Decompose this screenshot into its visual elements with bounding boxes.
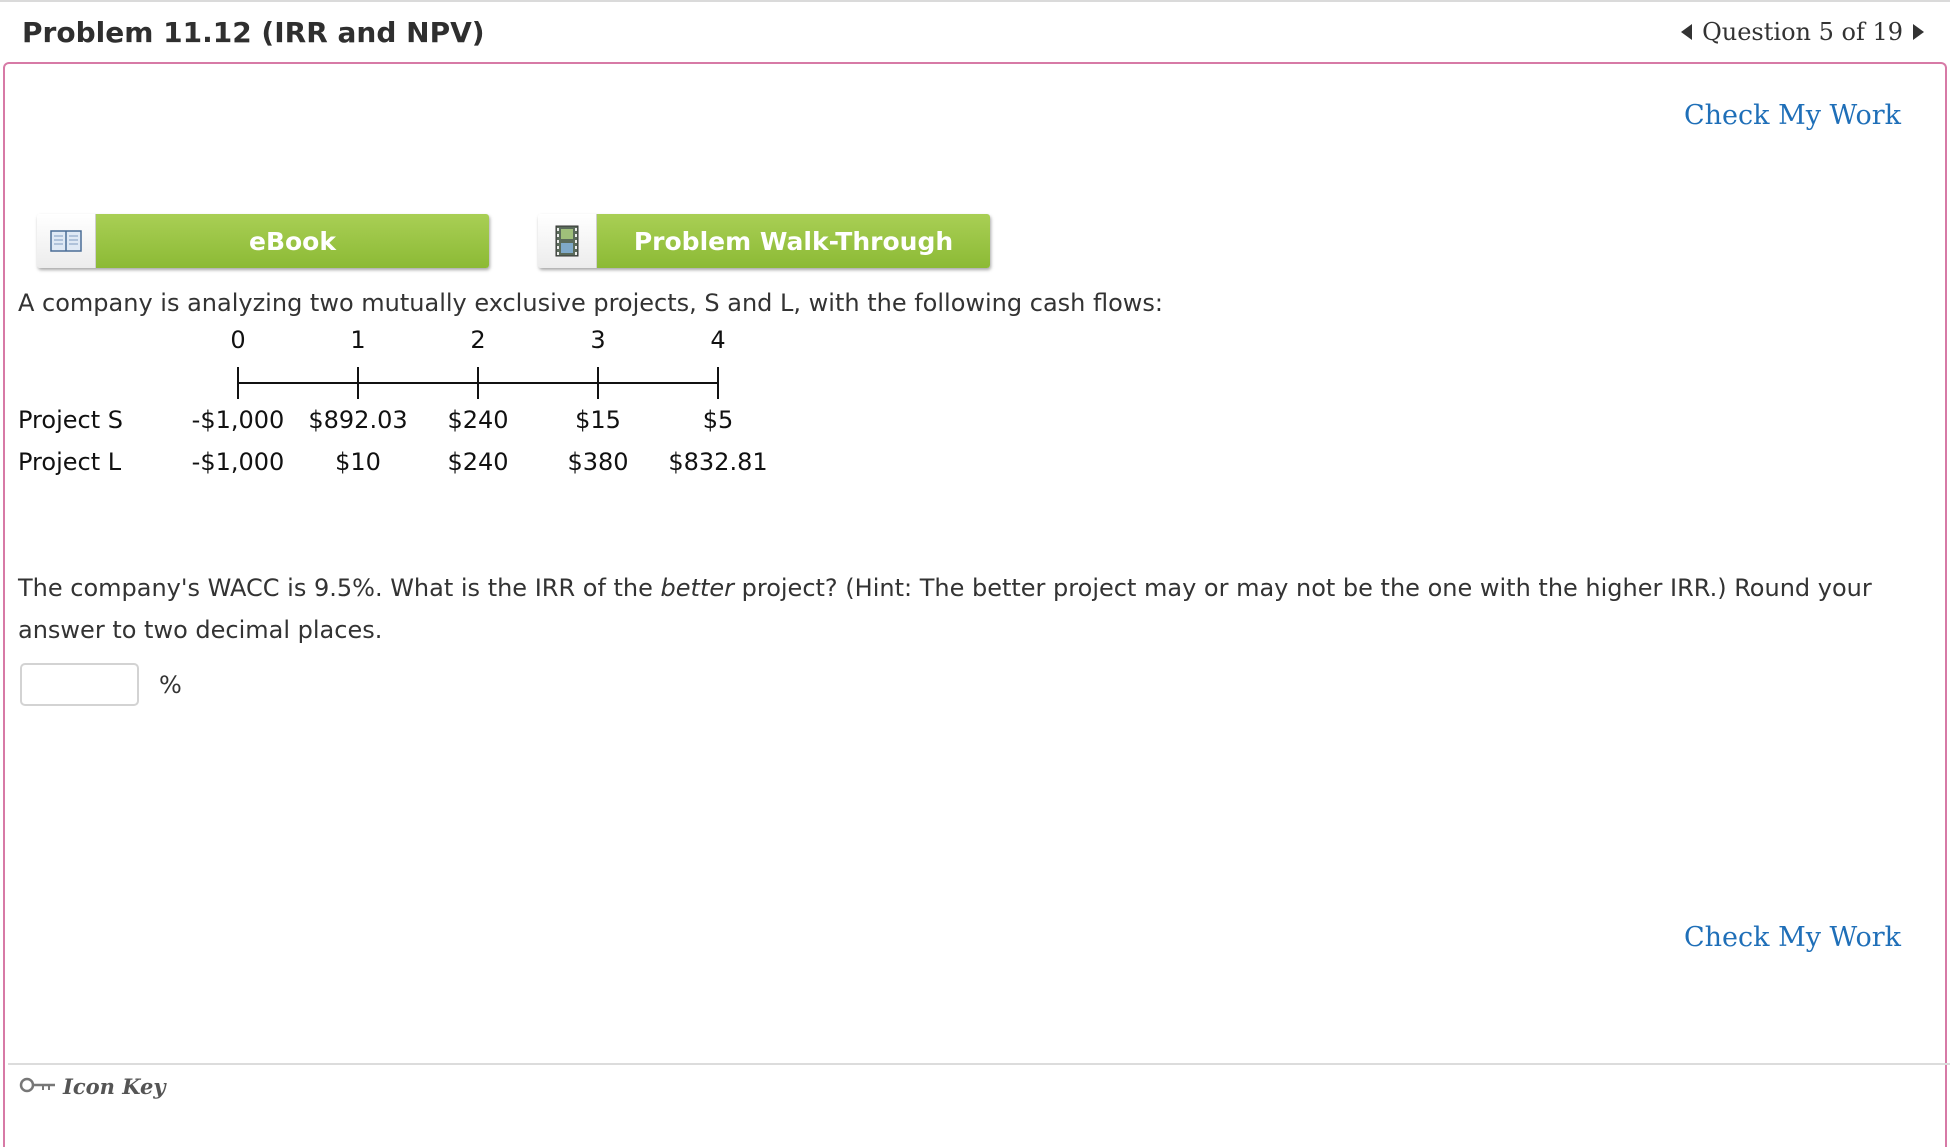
check-my-work-link-bottom[interactable]: Check My Work [1684, 922, 1901, 953]
cash-flow-cell: $832.81 [668, 448, 768, 476]
timeline-axis [237, 367, 719, 399]
cash-flow-cell: -$1,000 [191, 406, 285, 434]
footer-divider [8, 1063, 1950, 1065]
question-panel: Check My Work eBook Problem Walk-Through… [3, 62, 1950, 1147]
page-title: Problem 11.12 (IRR and NPV) [22, 16, 485, 49]
next-question-icon[interactable] [1913, 24, 1924, 40]
period-label: 0 [230, 326, 246, 354]
question-navigator: Question 5 of 19 [1681, 18, 1924, 46]
cash-flow-cell: -$1,000 [191, 448, 285, 476]
cash-flow-timeline: 0 1 2 3 4 Project S -$1,000 $892.03 $240… [5, 326, 905, 506]
ebook-label: eBook [96, 214, 489, 268]
book-icon [37, 214, 96, 268]
project-l-label: Project L [18, 448, 122, 476]
problem-walkthrough-button[interactable]: Problem Walk-Through [538, 214, 990, 268]
project-s-label: Project S [18, 406, 123, 434]
cash-flow-cell: $240 [447, 406, 509, 434]
cash-flow-cell: $5 [702, 406, 734, 434]
previous-question-icon[interactable] [1681, 24, 1693, 40]
cash-flow-cell: $240 [447, 448, 509, 476]
irr-answer-input[interactable] [20, 663, 139, 706]
header-bar: Problem 11.12 (IRR and NPV) Question 5 o… [0, 0, 1950, 66]
key-icon [19, 1075, 57, 1099]
cash-flow-cell: $15 [575, 406, 621, 434]
cash-flow-cell: $380 [567, 448, 629, 476]
question-counter: Question 5 of 19 [1702, 18, 1903, 46]
question-text-emphasis: better [660, 574, 734, 602]
question-intro: A company is analyzing two mutually excl… [18, 289, 1164, 317]
question-text-part1: The company's WACC is 9.5%. What is the … [18, 574, 661, 602]
period-label: 4 [710, 326, 726, 354]
period-label: 3 [590, 326, 606, 354]
problem-walkthrough-label: Problem Walk-Through [597, 214, 990, 268]
answer-unit: % [159, 671, 182, 699]
film-icon [538, 214, 597, 268]
cash-flow-cell: $10 [335, 448, 381, 476]
ebook-button[interactable]: eBook [37, 214, 489, 268]
check-my-work-link-top[interactable]: Check My Work [1684, 100, 1901, 131]
cash-flow-cell: $892.03 [308, 406, 408, 434]
icon-key-label: Icon Key [63, 1074, 166, 1099]
period-label: 1 [350, 326, 366, 354]
icon-key-link[interactable]: Icon Key [19, 1074, 166, 1099]
question-text: The company's WACC is 9.5%. What is the … [18, 567, 1938, 651]
period-label: 2 [470, 326, 486, 354]
